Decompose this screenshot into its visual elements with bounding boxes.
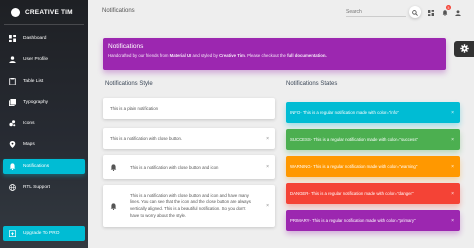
library-books-icon [9,98,16,106]
notification-text: - This is a regular notification made wi… [310,137,418,142]
notifications-states-title: Notifications States [286,81,338,87]
notification-text: - This is a regular notification made wi… [308,191,414,196]
sidebar-item-label: Dashboard [23,36,47,41]
bell-icon [9,163,16,170]
notification-text: This is a notification with close button… [130,164,219,170]
subtitle-text: Handcrafted by our friends from [108,53,170,58]
sidebar-nav: Dashboard User Profile Table List Typogr… [0,31,88,195]
close-icon[interactable]: × [266,203,269,209]
card-subtitle: Handcrafted by our friends from Material… [108,53,441,58]
sidebar-item-label: User Profile [23,57,49,63]
documentation-link[interactable]: full documentation. [287,53,327,58]
close-icon[interactable]: × [451,191,454,197]
subtitle-text: and styled by [191,53,220,58]
sidebar-item-label: Icons [23,121,35,127]
close-icon[interactable]: × [451,218,454,224]
notification-text: - This is a regular notification made wi… [310,164,418,169]
notification-text: - This is a regular notification made wi… [309,218,416,223]
sidebar-item-user-profile[interactable]: User Profile [3,52,85,67]
plain-notification: This is a plain notification [103,98,275,119]
sidebar: CREATIVE TIM Dashboard User Profile Tabl… [0,0,88,248]
sidebar-item-table-list[interactable]: Table List [3,74,85,89]
creative-tim-link[interactable]: Creative Tim [219,53,245,58]
sidebar-item-label: Maps [23,142,35,148]
bubble-chart-icon [9,120,16,127]
close-icon[interactable]: × [451,137,454,143]
close-icon[interactable]: × [451,164,454,170]
language-icon [9,184,16,191]
logo-icon [11,7,20,17]
brand-name: CREATIVE TIM [25,8,73,16]
info-notification: INFO - This is a regular notification ma… [286,102,460,123]
close-icon[interactable]: × [266,164,269,170]
closable-notification: This is a notification with close button… [103,128,275,149]
dashboard-nav-button[interactable] [427,8,435,16]
sidebar-item-label: Table List [23,78,44,84]
notification-text: - This is a regular notification made wi… [300,110,399,115]
primary-notification: PRIMARY - This is a regular notification… [286,210,460,231]
notification-prefix: SUCCESS [290,137,311,142]
dashboard-icon [428,3,434,21]
search-button[interactable] [409,6,421,18]
content-paste-icon [9,77,16,85]
notifications-button[interactable]: 5 [441,5,451,17]
person-icon [455,3,461,21]
close-icon[interactable]: × [266,136,269,142]
sidebar-item-dashboard[interactable]: Dashboard [3,31,85,46]
sidebar-item-label: Notifications [23,163,50,169]
notifications-style-title: Notifications Style [105,81,153,87]
icon-notification: This is a notification with close button… [103,155,275,179]
danger-notification: DANGER - This is a regular notification … [286,183,460,204]
notification-prefix: INFO [290,110,301,115]
sidebar-item-maps[interactable]: Maps [3,137,85,152]
success-notification: SUCCESS - This is a regular notification… [286,129,460,150]
sidebar-item-icons[interactable]: Icons [3,116,85,131]
bell-icon [110,202,117,210]
notification-prefix: DANGER [290,191,309,196]
top-navbar: Notifications 5 [88,0,474,25]
profile-button[interactable] [454,8,462,16]
gear-icon [459,40,469,58]
sidebar-item-notifications[interactable]: Notifications [3,158,85,174]
sidebar-item-label: RTL Support [23,185,50,191]
page-title[interactable]: Notifications [102,8,135,14]
notification-prefix: WARNING [290,164,311,169]
warning-notification: WARNING - This is a regular notification… [286,156,460,177]
search-icon [412,3,418,21]
unarchive-icon [9,230,16,237]
card-title: Notifications [108,43,144,50]
notification-prefix: PRIMARY [290,218,310,223]
material-ui-link[interactable]: Material UI [170,53,192,58]
settings-button[interactable] [454,41,474,57]
sidebar-item-rtl-support[interactable]: RTL Support [3,180,85,195]
multiline-notification: This is a notification with close button… [103,185,275,227]
upgrade-label: Upgrade To PRO [23,231,60,236]
person-icon [9,56,16,64]
bell-icon [110,163,117,171]
subtitle-text: . Please checkout the [244,53,288,58]
sidebar-item-label: Typography [23,99,49,105]
main-content: Notifications Handcrafted by our friends… [88,25,474,248]
dashboard-icon [9,35,16,42]
notification-text: This is a plain notification [110,106,159,111]
upgrade-button[interactable]: Upgrade To PRO [3,226,85,241]
notifications-card-header: Notifications Handcrafted by our friends… [103,38,446,70]
notification-count-badge: 5 [446,5,451,10]
notification-text: This is a notification with close button… [130,192,251,218]
search-input[interactable] [346,7,406,17]
close-icon[interactable]: × [451,110,454,116]
notification-text: This is a notification with close button… [110,136,183,141]
brand-logo[interactable]: CREATIVE TIM [4,0,84,25]
sidebar-item-typography[interactable]: Typography [3,95,85,110]
location-icon [9,141,16,149]
